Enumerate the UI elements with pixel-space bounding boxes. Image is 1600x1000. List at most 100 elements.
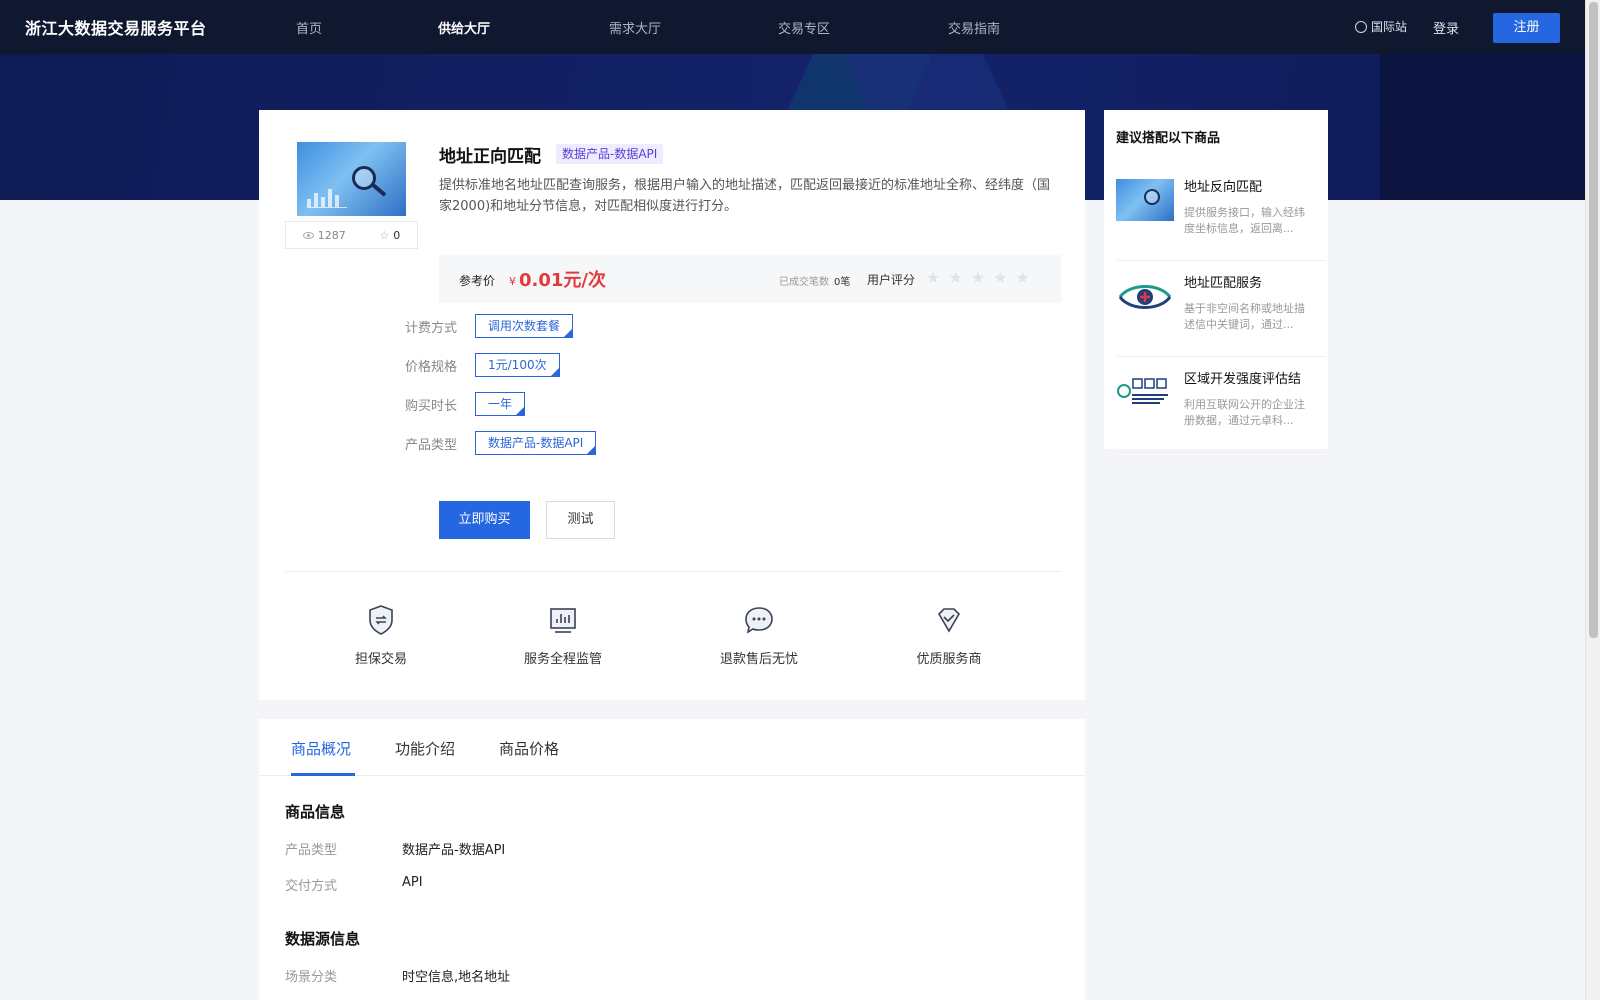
feature-quality: 优质服务商: [889, 600, 1009, 667]
diamond-check-icon: [937, 608, 961, 633]
banner-decoration: [1380, 54, 1585, 200]
info-value: 时空信息,地名地址: [402, 970, 511, 985]
divider: [285, 571, 1061, 572]
magnifier-icon: [1144, 189, 1160, 205]
product-info-title: 商品信息: [285, 803, 346, 821]
feature-refund: 退款售后无忧: [699, 600, 819, 667]
nav-supply-hall[interactable]: 供给大厅: [438, 18, 490, 37]
recommendation-desc: 利用互联网公开的企业注册数据，通过元卓科...: [1184, 398, 1305, 427]
star-icon: ★: [948, 268, 963, 287]
price-value: 0.01元/次: [519, 270, 606, 291]
price-currency: ¥: [509, 275, 516, 288]
login-link[interactable]: 登录: [1433, 18, 1459, 37]
nav-home[interactable]: 首页: [296, 18, 322, 37]
intl-site-label: 国际站: [1371, 20, 1408, 34]
recommendation-item[interactable]: 地址匹配服务 基于非空间名称或地址描述信中关键词，通过...: [1116, 263, 1326, 357]
top-navbar: 浙江大数据交易服务平台 首页 供给大厅 需求大厅 交易专区 交易指南 国际站 登…: [0, 0, 1585, 54]
feature-guarantee: 担保交易: [321, 600, 441, 667]
site-logo[interactable]: 浙江大数据交易服务平台: [25, 15, 207, 39]
chart-decoration: [307, 188, 347, 208]
views-count: 1287: [317, 228, 346, 242]
rating-stars: ★ ★ ★ ★ ★: [926, 268, 1030, 287]
details-card: 商品概况 功能介绍 商品价格 商品信息 产品类型 数据产品-数据API 交付方式…: [259, 719, 1085, 1000]
recommendation-name[interactable]: 区域开发强度评估结: [1184, 371, 1314, 389]
monitor-chart-icon: [550, 608, 576, 633]
info-label: 产品类型: [285, 843, 338, 858]
product-thumbnail: [297, 142, 406, 216]
feature-label: 担保交易: [354, 652, 407, 667]
spec-label: 购买时长: [405, 398, 458, 414]
recommendation-thumbnail: [1116, 275, 1174, 317]
page-scrollbar[interactable]: [1585, 0, 1600, 1000]
active-tab-indicator: [291, 773, 355, 776]
test-button[interactable]: 测试: [546, 501, 615, 539]
views-stat: 1287: [302, 228, 346, 242]
chat-bubble-icon: [745, 607, 773, 634]
company-logo-icon: [1117, 378, 1168, 404]
feature-label: 服务全程监管: [523, 652, 602, 667]
feature-label: 退款售后无忧: [719, 652, 798, 667]
tab-overview[interactable]: 商品概况: [291, 738, 351, 759]
tab-pricing[interactable]: 商品价格: [499, 738, 559, 759]
tab-features[interactable]: 功能介绍: [395, 738, 455, 759]
spec-product-type: 产品类型 数据产品-数据API: [405, 431, 597, 455]
spec-price-tier: 价格规格 1元/100次: [405, 353, 560, 377]
recommendation-name[interactable]: 地址匹配服务: [1184, 275, 1314, 293]
register-button[interactable]: 注册: [1493, 13, 1560, 43]
eye-logo-icon: [1118, 285, 1172, 309]
recommendation-desc: 提供服务接口，输入经纬度坐标信息，返回离...: [1184, 206, 1305, 235]
globe-icon: [1355, 20, 1367, 33]
feature-supervision: 服务全程监管: [503, 600, 623, 667]
data-source-title: 数据源信息: [285, 930, 361, 948]
spec-option[interactable]: 数据产品-数据API: [475, 431, 597, 455]
info-row-delivery: 交付方式 API: [285, 875, 423, 894]
recommendations-title: 建议搭配以下商品: [1116, 131, 1221, 146]
nav-trade-guide[interactable]: 交易指南: [948, 18, 1000, 37]
nav-demand-hall[interactable]: 需求大厅: [609, 18, 661, 37]
deals-count: 0笔: [834, 277, 851, 288]
spec-option[interactable]: 一年: [475, 392, 526, 416]
spec-duration: 购买时长 一年: [405, 392, 526, 416]
star-icon: ★: [993, 268, 1008, 287]
rating-label: 用户评分: [867, 273, 916, 287]
detail-tabs: 商品概况 功能介绍 商品价格: [259, 719, 1085, 776]
intl-site-link[interactable]: 国际站: [1355, 18, 1407, 35]
info-value: API: [402, 875, 423, 890]
product-description: 提供标准地名地址匹配查询服务，根据用户输入的地址描述，匹配返回最接近的标准地址全…: [439, 178, 1051, 214]
star-outline-icon: ☆: [379, 228, 390, 242]
recommendation-desc: 基于非空间名称或地址描述信中关键词，通过...: [1184, 302, 1305, 331]
scrollbar-thumb[interactable]: [1589, 2, 1598, 638]
favorites-count: 0: [393, 228, 401, 242]
info-row-product-type: 产品类型 数据产品-数据API: [285, 839, 505, 858]
product-stats: 1287 ☆ 0: [285, 221, 418, 249]
star-icon: ★: [970, 268, 986, 287]
feature-label: 优质服务商: [916, 652, 982, 667]
spec-label: 价格规格: [405, 359, 458, 375]
info-row-scene: 场景分类 时空信息,地名地址: [285, 966, 510, 985]
recommendation-item[interactable]: 区域开发强度评估结 利用互联网公开的企业注册数据，通过元卓科...: [1116, 359, 1326, 453]
recommendation-thumbnail: [1116, 179, 1174, 221]
product-type-tag: 数据产品-数据API: [556, 144, 664, 164]
spec-label: 计费方式: [405, 320, 458, 336]
info-label: 交付方式: [285, 879, 338, 894]
spec-label: 产品类型: [405, 437, 458, 453]
star-icon: ★: [926, 268, 941, 287]
recommendations-panel: 建议搭配以下商品 地址反向匹配 提供服务接口，输入经纬度坐标信息，返回离... …: [1104, 110, 1328, 453]
spec-option[interactable]: 1元/100次: [475, 353, 560, 377]
deals-label: 已成交笔数: [779, 277, 829, 288]
star-icon: ★: [1015, 268, 1030, 287]
recommendation-name[interactable]: 地址反向匹配: [1184, 179, 1314, 197]
product-card: 1287 ☆ 0 地址正向匹配 数据产品-数据API 提供标准地名地址匹配查询服…: [259, 110, 1085, 700]
spec-billing: 计费方式 调用次数套餐: [405, 314, 574, 338]
spec-option[interactable]: 调用次数套餐: [475, 314, 574, 338]
product-title: 地址正向匹配: [439, 147, 541, 167]
info-value: 数据产品-数据API: [402, 843, 506, 858]
buy-now-button[interactable]: 立即购买: [439, 501, 530, 539]
nav-trade-zone[interactable]: 交易专区: [778, 18, 830, 37]
eye-icon: [302, 231, 314, 239]
recommendation-thumbnail: [1116, 371, 1174, 413]
favorites-stat[interactable]: ☆ 0: [379, 229, 400, 242]
price-label: 参考价: [459, 274, 496, 288]
recommendation-item[interactable]: 地址反向匹配 提供服务接口，输入经纬度坐标信息，返回离...: [1116, 167, 1326, 261]
shield-icon: [369, 605, 393, 635]
